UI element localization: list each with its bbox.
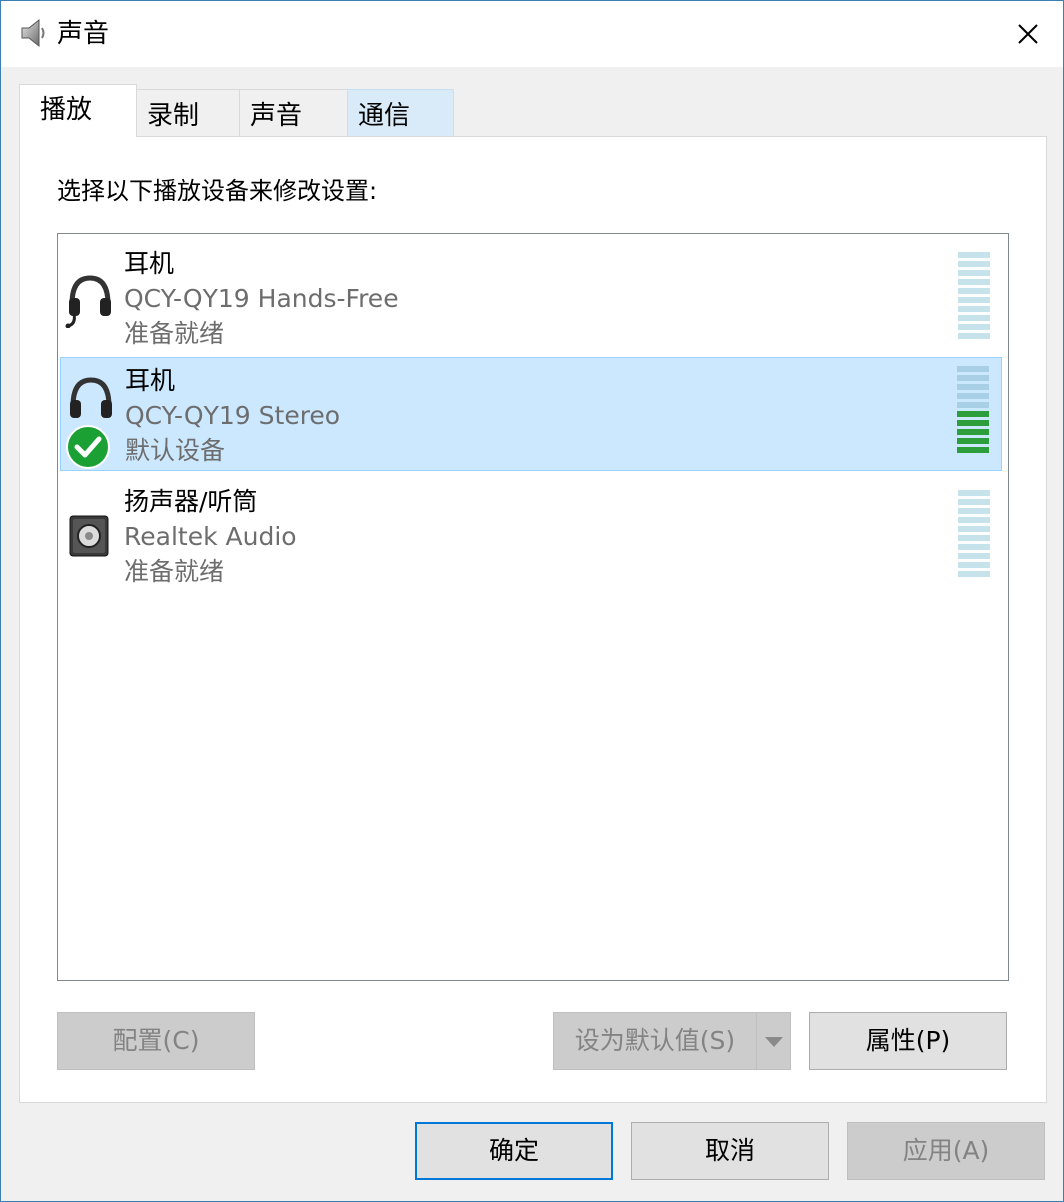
set-default-label: 设为默认值(S) <box>574 1026 736 1055</box>
device-description: QCY-QY19 Hands-Free <box>124 284 399 313</box>
meter-segment <box>957 384 989 390</box>
device-description: Realtek Audio <box>124 522 297 551</box>
device-status: 准备就绪 <box>124 319 225 348</box>
device-description: QCY-QY19 Stereo <box>125 401 341 430</box>
meter-segment <box>958 544 990 550</box>
meter-segment <box>958 508 990 514</box>
properties-label: 属性(P) <box>865 1026 951 1055</box>
tab-label: 录制 <box>147 101 200 131</box>
meter-segment <box>957 366 989 372</box>
set-default-button[interactable]: 设为默认值(S) <box>553 1012 757 1070</box>
meter-segment <box>958 535 990 541</box>
volume-meter <box>958 490 990 580</box>
volume-meter <box>957 366 989 456</box>
set-default-dropdown[interactable] <box>756 1012 791 1070</box>
headset-icon <box>70 377 112 418</box>
meter-segment <box>957 402 989 408</box>
device-text: 耳机 QCY-QY19 Hands-Free 准备就绪 <box>124 246 399 351</box>
device-name: 扬声器/听筒 <box>124 487 258 516</box>
meter-segment <box>958 288 990 294</box>
cancel-button[interactable]: 取消 <box>631 1122 829 1180</box>
meter-segment <box>958 297 990 303</box>
meter-svg <box>957 366 989 453</box>
meter-segment <box>958 279 990 285</box>
window-title: 声音 <box>57 19 110 49</box>
cancel-label: 取消 <box>704 1136 755 1165</box>
meter-segment <box>958 571 990 577</box>
headset-icon <box>65 275 111 328</box>
properties-button[interactable]: 属性(P) <box>809 1012 1007 1070</box>
apply-label: 应用(A) <box>902 1136 990 1165</box>
meter-segment <box>958 333 990 339</box>
meter-segment <box>957 393 989 399</box>
meter-segment <box>957 420 989 426</box>
device-name: 耳机 <box>125 366 176 395</box>
device-text: 扬声器/听筒 Realtek Audio 准备就绪 <box>124 484 297 589</box>
close-icon <box>1018 24 1038 44</box>
meter-segment <box>958 490 990 496</box>
tab-communications[interactable]: 通信 <box>347 89 454 136</box>
default-check-icon <box>66 425 110 469</box>
device-item-speakers[interactable]: 扬声器/听筒 Realtek Audio 准备就绪 <box>60 478 1002 592</box>
device-status: 准备就绪 <box>124 557 225 586</box>
meter-segment <box>957 447 989 453</box>
tab-label: 播放 <box>40 95 93 125</box>
device-list[interactable]: 耳机 QCY-QY19 Hands-Free 准备就绪 耳机 QCY-QY19 … <box>57 233 1009 981</box>
close-button[interactable] <box>993 1 1063 67</box>
meter-segment <box>958 562 990 568</box>
ok-button[interactable]: 确定 <box>415 1122 613 1180</box>
tab-playback[interactable]: 播放 <box>19 84 137 137</box>
device-text: 耳机 QCY-QY19 Stereo 默认设备 <box>125 363 340 468</box>
sound-dialog: 声音 播放 录制 声音 通信 选择以下播放设备来修改设置: 耳机 QCY-QY1… <box>0 0 1064 1202</box>
instruction-text: 选择以下播放设备来修改设置: <box>57 177 378 205</box>
speaker-box-icon <box>69 515 109 557</box>
device-item-hands-free[interactable]: 耳机 QCY-QY19 Hands-Free 准备就绪 <box>60 240 1002 354</box>
volume-meter <box>958 252 990 342</box>
meter-segment <box>958 499 990 505</box>
meter-segment <box>957 438 989 444</box>
device-status: 默认设备 <box>125 436 226 465</box>
ok-label: 确定 <box>488 1136 539 1165</box>
device-item-stereo[interactable]: 耳机 QCY-QY19 Stereo 默认设备 <box>60 357 1002 471</box>
meter-segment <box>957 375 989 381</box>
tab-label: 声音 <box>250 101 303 131</box>
meter-svg <box>958 252 990 339</box>
apply-button[interactable]: 应用(A) <box>847 1122 1045 1180</box>
speaker-icon <box>21 18 45 48</box>
meter-segment <box>958 261 990 267</box>
meter-segment <box>958 553 990 559</box>
meter-segment <box>958 252 990 258</box>
tab-recording[interactable]: 录制 <box>136 89 240 136</box>
chevron-down-icon <box>764 1037 783 1047</box>
meter-segment <box>958 526 990 532</box>
meter-svg <box>958 490 990 577</box>
meter-segment <box>958 324 990 330</box>
title-bar: 声音 <box>1 1 1063 67</box>
meter-segment <box>958 315 990 321</box>
meter-segment <box>958 306 990 312</box>
meter-segment <box>957 429 989 435</box>
device-name: 耳机 <box>124 249 175 278</box>
meter-segment <box>957 411 989 417</box>
configure-label: 配置(C) <box>112 1026 200 1055</box>
tab-label: 通信 <box>358 101 411 131</box>
configure-button[interactable]: 配置(C) <box>57 1012 255 1070</box>
tab-sounds[interactable]: 声音 <box>239 89 348 136</box>
meter-segment <box>958 517 990 523</box>
meter-segment <box>958 270 990 276</box>
